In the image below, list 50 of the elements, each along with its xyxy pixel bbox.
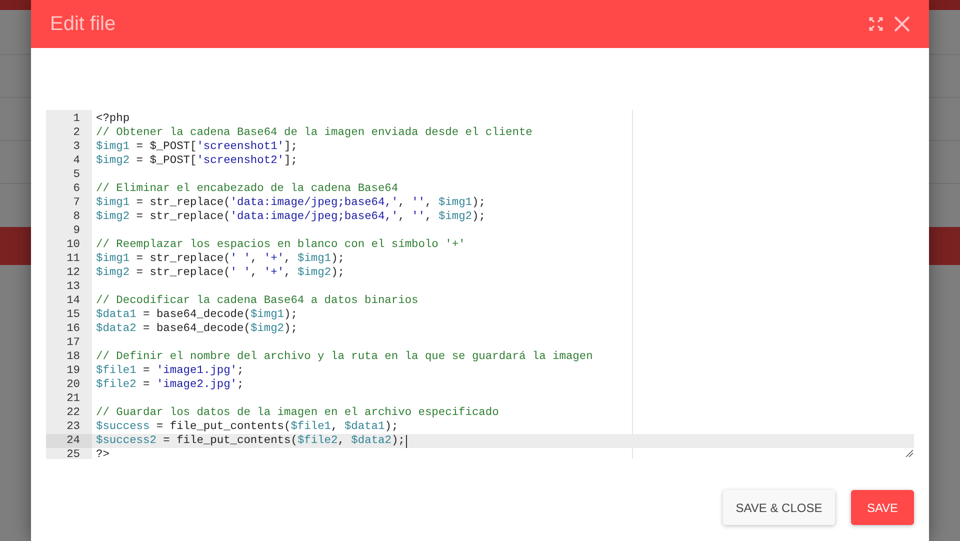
- code-line: $data1 = base64_decode($img1);: [95, 308, 298, 322]
- line-number: 24: [46, 434, 92, 448]
- line-number: 23: [66, 420, 81, 434]
- line-number: 10: [66, 238, 81, 252]
- dialog-title: Edit file: [50, 12, 117, 37]
- line-number: 22: [66, 406, 81, 420]
- line-number: 11: [66, 252, 81, 266]
- code-line: $img1 = str_replace('data:image/jpeg;base64,', '', $img1);: [95, 196, 486, 210]
- line-number: 25: [66, 448, 81, 462]
- code-line: $img2 = str_replace('data:image/jpeg;base64,', '', $img2);: [95, 210, 486, 224]
- line-number: 19: [66, 364, 81, 378]
- line-number: 16: [66, 322, 81, 336]
- save-and-close-button[interactable]: SAVE & CLOSE: [723, 490, 835, 525]
- line-number: 2: [72, 126, 81, 140]
- line-number: 17: [66, 336, 81, 350]
- code-line: // Obtener la cadena Base64 de la imagen enviada desde el cliente: [95, 126, 532, 140]
- code-line: // Eliminar el encabezado de la cadena Base64: [95, 182, 398, 196]
- code-line: // Decodificar la cadena Base64 a datos binarios: [95, 294, 418, 308]
- close-icon[interactable]: [894, 16, 910, 32]
- line-number: 5: [72, 168, 81, 182]
- resize-handle-icon[interactable]: [905, 449, 913, 457]
- line-number: 15: [66, 308, 81, 322]
- code-line: $file2 = 'image2.jpg';: [95, 378, 244, 392]
- code-line: $img2 = str_replace(' ', '+', $img2);: [95, 266, 344, 280]
- code-line: // Guardar los datos de la imagen en el archivo especificado: [95, 406, 499, 420]
- code-line: $success2 = file_put_contents($file2, $data2);: [95, 434, 407, 448]
- expand-icon[interactable]: [869, 17, 883, 31]
- line-number: 12: [66, 266, 81, 280]
- line-number: 14: [66, 294, 81, 308]
- code-line: $img1 = $_POST['screenshot1'];: [95, 140, 298, 154]
- line-number: 18: [66, 350, 81, 364]
- code-line: // Definir el nombre del archivo y la ruta en la que se guardará la imagen: [95, 350, 593, 364]
- code-line: $success = file_put_contents($file1, $data1);: [95, 420, 398, 434]
- line-number: 8: [72, 210, 81, 224]
- line-number: 20: [66, 378, 81, 392]
- line-number: 9: [72, 224, 81, 238]
- code-line: $img1 = str_replace(' ', '+', $img1);: [95, 252, 344, 266]
- line-number: 21: [66, 392, 81, 406]
- line-number: 3: [72, 140, 81, 154]
- line-number: 1: [72, 112, 81, 126]
- line-number: 4: [72, 154, 81, 168]
- code-line: <?php: [95, 112, 130, 126]
- line-number: 7: [72, 196, 81, 210]
- code-line: ?>: [95, 448, 110, 462]
- code-line: $data2 = base64_decode($img2);: [95, 322, 298, 336]
- code-line: $file1 = 'image1.jpg';: [95, 364, 244, 378]
- line-number: 6: [72, 182, 81, 196]
- line-number: 13: [66, 280, 81, 294]
- code-line: // Reemplazar los espacios en blanco con el símbolo '+': [95, 238, 466, 252]
- code-line: $img2 = $_POST['screenshot2'];: [95, 154, 298, 168]
